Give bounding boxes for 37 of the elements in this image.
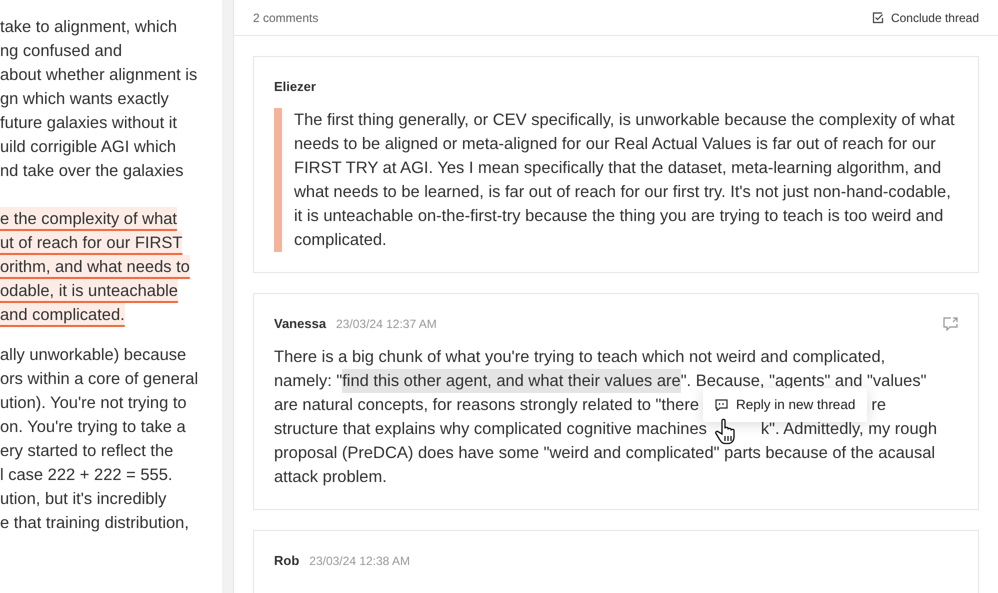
text-line: ors within a core of general [0, 369, 198, 390]
conclude-thread-button[interactable]: Conclude thread [872, 10, 979, 24]
text-line: ng confused and [0, 41, 122, 62]
text-line: on. You're trying to take a [0, 417, 186, 438]
speech-bubble-icon [715, 399, 728, 411]
comment-text: attack problem. [274, 467, 387, 488]
text-line: l case 222 + 222 = 555. [0, 465, 172, 486]
comment-author: Vanessa [274, 316, 326, 331]
text-line: about whether alignment is [0, 65, 198, 86]
comment-text: k". Admittedly, my rough [760, 419, 938, 440]
reply-thread-icon[interactable] [943, 316, 958, 330]
checkbox-icon [872, 12, 884, 24]
text-line: gn which wants exactly [0, 89, 169, 110]
comment-text: are natural concepts, for reasons strongly related to "there [274, 395, 700, 416]
selected-text: find this other agent, and what their values are [342, 369, 681, 393]
text-line: ally unworkable) because [0, 345, 186, 366]
text-line: ery started to reflect the [0, 441, 174, 462]
reply-in-new-thread-button[interactable]: Reply in new thread [703, 388, 868, 422]
text-line: future galaxies without it [0, 113, 178, 134]
text-line: e that training distribution, [0, 513, 189, 534]
comment-author: Rob [274, 553, 300, 568]
comment-text: re [871, 395, 886, 416]
comment-text: There is a big chunk of what you're trying to teach which not weird and complicated, [274, 347, 886, 368]
quoted-text: The first thing generally, or CEV specifically, is unworkable because the complexity of what needs to be aligned or meta-aligned for our Real Actual Values is far out of reach for our FIRST TRY at AGI. Yes I mean specifically that the dataset, meta-learning algorithm, and what needs to be learned, is far out of reach for our first try. It's not just non-hand-codable, it is unteachable on-the-first-try because the thing you are trying to teach is too weird and complicated. [294, 110, 956, 251]
comment-author: Eliezer [274, 79, 316, 94]
comment-text: structure that explains why complicated cognitive machines [274, 419, 707, 440]
text-line: uild corrigible AGI which [0, 137, 176, 158]
comment-count: 2 comments [253, 10, 318, 24]
comment-time: 23/03/24 12:37 AM [336, 316, 437, 330]
hand-cursor-icon [714, 418, 737, 446]
text-line: ution). You're not trying to [0, 393, 187, 414]
comment-time: 23/03/24 12:38 AM [309, 554, 410, 568]
text-line: ution, but it's incredibly [0, 489, 166, 510]
comment-text: namely: " [274, 371, 342, 392]
text-line: take to alignment, which [0, 17, 178, 38]
text-line: nd take over the galaxies [0, 161, 184, 182]
comment-text: proposal (PreDCA) does have some "weird and complicated" parts because of the acausal [274, 443, 936, 464]
